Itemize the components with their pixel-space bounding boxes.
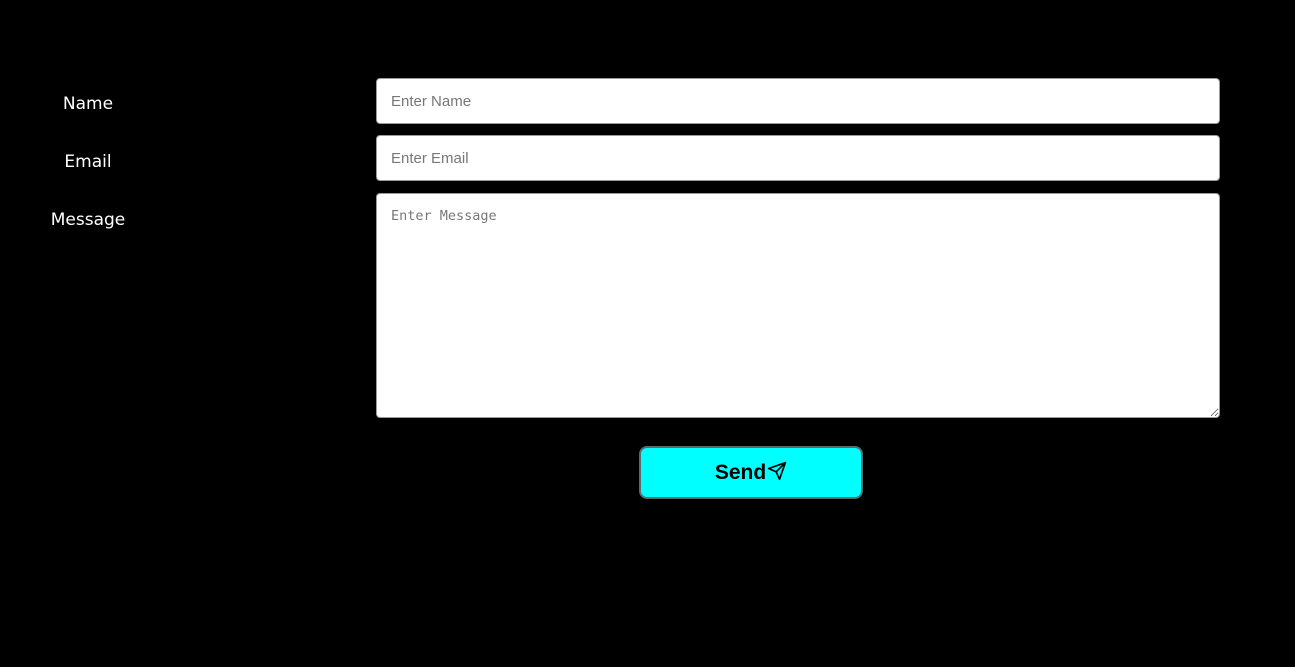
send-button[interactable]: Send [639,446,863,499]
name-label: Name [62,94,114,114]
email-input[interactable] [376,135,1220,181]
message-label: Message [50,210,126,230]
message-textarea[interactable] [376,193,1220,418]
send-button-label: Send [714,460,767,484]
paper-plane-icon [767,461,787,481]
email-label: Email [64,152,112,172]
name-input[interactable] [376,78,1220,124]
